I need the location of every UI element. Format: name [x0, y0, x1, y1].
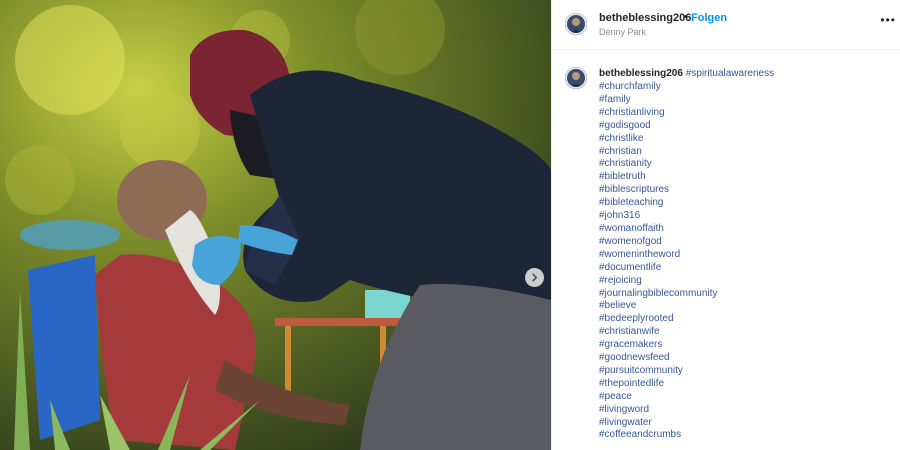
- location-link[interactable]: Denny Park: [599, 27, 646, 37]
- more-options-icon[interactable]: •••: [880, 13, 896, 27]
- hashtag-link[interactable]: #christian: [599, 146, 879, 159]
- hashtag-link[interactable]: #documentlife: [599, 262, 879, 275]
- hashtag-list: #churchfamily #family #christianliving #god…: [599, 81, 879, 440]
- hashtag-link[interactable]: #spiritualawareness: [686, 68, 774, 79]
- hashtag-link[interactable]: #goodnewsfeed: [599, 352, 879, 365]
- next-image-button[interactable]: [525, 268, 544, 287]
- hashtag-link[interactable]: #christianliving: [599, 107, 879, 120]
- avatar[interactable]: [565, 13, 587, 35]
- hashtag-link[interactable]: #godisgood: [599, 120, 879, 133]
- separator-dot: •: [684, 11, 688, 23]
- header-username[interactable]: betheblessing206: [599, 12, 691, 24]
- caption-line: betheblessing206 #spiritualawareness: [599, 68, 774, 79]
- hashtag-link[interactable]: #churchfamily: [599, 81, 879, 94]
- hashtag-link[interactable]: #biblescriptures: [599, 184, 879, 197]
- post-image: [0, 0, 551, 450]
- hashtag-link[interactable]: #pursuitcommunity: [599, 365, 879, 378]
- post-header: betheblessing206 • Folgen Denny Park •••: [552, 0, 900, 50]
- hashtag-link[interactable]: #bibleteaching: [599, 197, 879, 210]
- hashtag-link[interactable]: #livingword: [599, 404, 879, 417]
- hashtag-link[interactable]: #womanoffaith: [599, 223, 879, 236]
- hashtag-link[interactable]: #christianwife: [599, 326, 879, 339]
- hashtag-link[interactable]: #womenofgod: [599, 236, 879, 249]
- hashtag-link[interactable]: #bedeeplyrooted: [599, 313, 879, 326]
- hashtag-link[interactable]: #john316: [599, 210, 879, 223]
- caption-avatar[interactable]: [565, 67, 587, 89]
- hashtag-link[interactable]: #gracemakers: [599, 339, 879, 352]
- hashtag-link[interactable]: #family: [599, 94, 879, 107]
- hashtag-link[interactable]: #womenintheword: [599, 249, 879, 262]
- hashtag-link[interactable]: #journalingbiblecommunity: [599, 288, 879, 301]
- hashtag-link[interactable]: #thepointedlife: [599, 378, 879, 391]
- hashtag-link[interactable]: #bibletruth: [599, 171, 879, 184]
- caption-username[interactable]: betheblessing206: [599, 68, 683, 79]
- hashtag-link[interactable]: #christianity: [599, 158, 879, 171]
- hashtag-link[interactable]: #peace: [599, 391, 879, 404]
- hashtag-link[interactable]: #christlike: [599, 133, 879, 146]
- post-photo[interactable]: [0, 0, 551, 450]
- chevron-right-icon: [532, 273, 538, 282]
- hashtag-link[interactable]: #believe: [599, 300, 879, 313]
- follow-button[interactable]: Folgen: [691, 12, 727, 24]
- hashtag-link[interactable]: #rejoicing: [599, 275, 879, 288]
- post-sidebar: betheblessing206 • Folgen Denny Park •••…: [551, 0, 900, 450]
- hashtag-link[interactable]: #coffeeandcrumbs: [599, 429, 879, 440]
- hashtag-link[interactable]: #livingwater: [599, 417, 879, 430]
